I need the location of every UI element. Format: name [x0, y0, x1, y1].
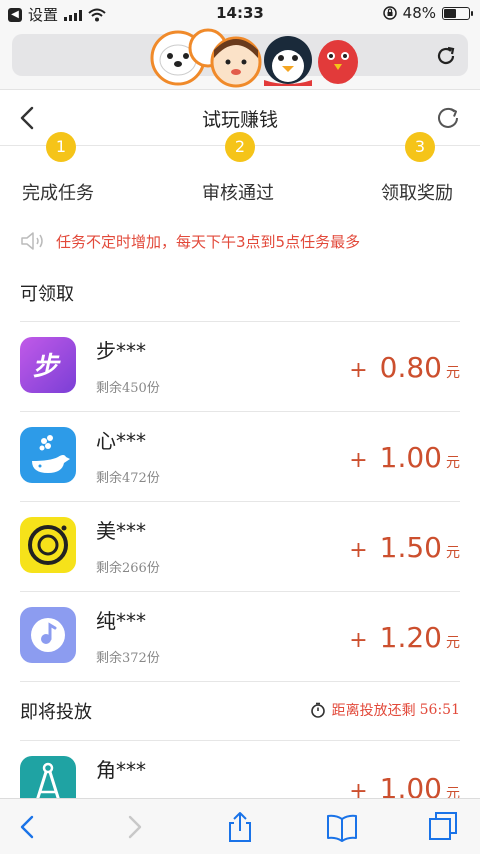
- bu-glyph: 步: [31, 351, 64, 382]
- notice-bar: 任务不定时增加，每天下午3点到5点任务最多: [20, 228, 460, 254]
- task-name: 美***: [96, 519, 146, 543]
- step-label: 完成任务: [22, 183, 94, 204]
- task-reward: + 1.20 元: [349, 621, 460, 654]
- music-app-icon: [20, 607, 76, 663]
- browser-bar: [0, 28, 480, 90]
- notice-text: 任务不定时增加，每天下午3点到5点任务最多: [56, 232, 361, 251]
- page: ◀ 设置 14:33 48% 试玩赚钱 1 完成任务 2 审核通过 3 领取奖励…: [0, 0, 480, 854]
- svg-text:步: 步: [31, 351, 64, 382]
- refresh-icon[interactable]: [434, 104, 462, 132]
- page-title: 试玩赚钱: [201, 109, 278, 131]
- step-label: 领取奖励: [381, 183, 453, 204]
- mascot-banner-image: [150, 28, 358, 88]
- reward-plus: +: [349, 448, 368, 473]
- task-stock: 剩余472份: [96, 471, 160, 486]
- reward-unit: 元: [446, 455, 460, 471]
- task-row[interactable]: 步 步*** 剩余450份 + 0.80 元: [0, 321, 480, 411]
- reward-amount: 1.50: [379, 531, 442, 564]
- task-stock: 剩余372份: [96, 651, 160, 666]
- task-row[interactable]: 美*** 剩余266份 + 1.50 元: [0, 501, 480, 591]
- section-divider: [20, 681, 460, 682]
- task-reward: + 1.50 元: [349, 531, 460, 564]
- available-section-title: 可领取: [20, 284, 74, 305]
- share-icon[interactable]: [224, 811, 256, 843]
- task-reward: + 1.00 元: [349, 441, 460, 474]
- status-right: 48%: [382, 4, 473, 22]
- countdown-label: 距离投放还剩: [331, 703, 416, 719]
- whale-glyph: [32, 435, 70, 473]
- reward-plus: +: [349, 628, 368, 653]
- speaker-icon: [21, 232, 43, 250]
- reward-unit: 元: [446, 545, 460, 561]
- reward-amount: 0.80: [379, 351, 442, 384]
- status-bar: ◀ 设置 14:33 48%: [0, 0, 480, 28]
- countdown: 距离投放还剩 56:51: [310, 700, 460, 720]
- task-name: 心***: [96, 429, 146, 453]
- reward-plus: +: [349, 538, 368, 563]
- task-row[interactable]: 纯*** 剩余372份 + 1.20 元: [0, 591, 480, 681]
- reward-unit: 元: [446, 365, 460, 381]
- task-steps: 1 完成任务 2 审核通过 3 领取奖励: [0, 132, 480, 210]
- row-divider: [20, 591, 460, 592]
- reload-icon[interactable]: [434, 44, 458, 68]
- battery-level: [444, 8, 457, 18]
- row-divider: [20, 740, 460, 741]
- browser-toolbar: [0, 798, 480, 854]
- step-number: 3: [405, 132, 435, 162]
- step-number: 1: [46, 132, 76, 162]
- task-name: 步***: [96, 339, 146, 363]
- task-name: 角***: [96, 758, 146, 782]
- step-number: 2: [225, 132, 255, 162]
- bookmarks-icon[interactable]: [326, 811, 358, 843]
- whale-app-icon: [20, 427, 76, 483]
- camera-glyph: [28, 525, 68, 565]
- task-reward: + 0.80 元: [349, 351, 460, 384]
- music-glyph: [31, 618, 65, 652]
- row-divider: [20, 501, 460, 502]
- countdown-value: 56:51: [419, 702, 460, 718]
- row-divider: [20, 411, 460, 412]
- upcoming-section-title: 即将投放: [20, 702, 92, 723]
- task-stock: 剩余450份: [96, 381, 160, 396]
- row-divider: [20, 321, 460, 322]
- stopwatch-icon: [310, 702, 325, 718]
- tabs-icon[interactable]: [428, 811, 460, 843]
- browser-back-icon[interactable]: [12, 811, 44, 843]
- task-stock: 剩余266份: [96, 561, 160, 576]
- reward-amount: 1.20: [379, 621, 442, 654]
- task-name: 纯***: [96, 609, 146, 633]
- battery-percent: 48%: [402, 4, 436, 22]
- reward-plus: +: [349, 358, 368, 383]
- browser-forward-icon[interactable]: [118, 811, 150, 843]
- camera-app-icon: [20, 517, 76, 573]
- task-row[interactable]: 心*** 剩余472份 + 1.00 元: [0, 411, 480, 501]
- rotation-lock-icon: [382, 6, 397, 20]
- step-label: 审核通过: [202, 183, 274, 204]
- battery-icon: [442, 6, 473, 20]
- bu-app-icon: 步: [20, 337, 76, 393]
- reward-unit: 元: [446, 635, 460, 651]
- reward-amount: 1.00: [379, 441, 442, 474]
